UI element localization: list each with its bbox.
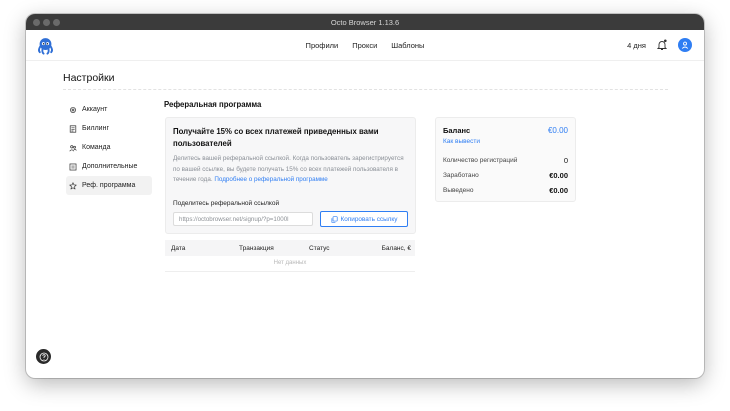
column-header-status[interactable]: Статус bbox=[309, 245, 330, 252]
zoom-window-button[interactable] bbox=[53, 18, 60, 26]
nav-templates[interactable]: Шаблоны bbox=[391, 41, 424, 50]
sidebar-item-label: Команда bbox=[82, 144, 111, 151]
user-avatar[interactable] bbox=[678, 38, 692, 52]
sidebar-item-label: Аккаунт bbox=[82, 106, 108, 113]
sidebar-item-team[interactable]: Команда bbox=[66, 138, 152, 157]
gear-icon bbox=[70, 106, 76, 113]
section-title: Реферальная программа bbox=[164, 100, 262, 109]
user-icon bbox=[681, 41, 689, 49]
copy-link-button[interactable]: Копировать ссылку bbox=[320, 211, 408, 227]
copy-link-label: Копировать ссылку bbox=[340, 215, 398, 223]
referral-more-link[interactable]: Подробнее о реферальной программе bbox=[214, 176, 327, 183]
app-window: Octo Browser 1.13.6 Профили Прокси Шабло… bbox=[26, 14, 704, 378]
balance-amount: €0.00 bbox=[547, 126, 568, 135]
title-divider bbox=[63, 89, 668, 90]
referral-link-field[interactable]: https://octobrowser.net/signup/?p=1000l bbox=[173, 212, 313, 226]
page-title: Настройки bbox=[63, 72, 115, 84]
sidebar-item-label: Реф. программа bbox=[82, 182, 136, 189]
withdrawn-label: Выведено bbox=[443, 187, 474, 194]
balance-card: Баланс €0.00 Как вывести Количество реги… bbox=[435, 117, 576, 202]
transactions-table: Дата Транзакция Статус Баланс, € Нет дан… bbox=[165, 240, 415, 272]
sidebar-item-advanced[interactable]: Дополнительные bbox=[66, 157, 152, 176]
bell-icon[interactable] bbox=[657, 39, 667, 51]
close-window-button[interactable] bbox=[33, 18, 40, 26]
table-header: Дата Транзакция Статус Баланс, € bbox=[165, 240, 415, 256]
title-bar: Octo Browser 1.13.6 bbox=[26, 14, 704, 30]
column-header-balance[interactable]: Баланс, € bbox=[382, 245, 411, 252]
registrations-value: 0 bbox=[563, 156, 568, 165]
referral-card: Получайте 15% со всех платежей приведенн… bbox=[165, 117, 416, 234]
help-button[interactable] bbox=[36, 349, 51, 364]
copy-icon bbox=[331, 215, 338, 223]
billing-icon bbox=[69, 124, 77, 133]
sidebar-item-label: Биллинг bbox=[82, 125, 110, 132]
nav-proxies[interactable]: Прокси bbox=[352, 41, 377, 50]
window-title: Octo Browser 1.13.6 bbox=[330, 17, 400, 27]
sidebar-item-account[interactable]: Аккаунт bbox=[66, 100, 152, 119]
earned-value: €0.00 bbox=[549, 171, 568, 180]
withdraw-link[interactable]: Как вывести bbox=[443, 138, 480, 145]
sidebar-item-label: Дополнительные bbox=[82, 163, 138, 170]
minimize-window-button[interactable] bbox=[43, 18, 50, 26]
star-icon bbox=[69, 181, 77, 189]
withdrawn-value: €0.00 bbox=[549, 186, 568, 195]
registrations-label: Количество регистраций bbox=[443, 157, 518, 164]
column-header-date[interactable]: Дата bbox=[171, 245, 185, 252]
question-icon bbox=[39, 352, 48, 361]
subscription-days[interactable]: 4 дня bbox=[627, 41, 646, 50]
share-link-label: Поделитесь реферальной ссылкой bbox=[173, 200, 280, 207]
column-header-transaction[interactable]: Транзакция bbox=[239, 245, 274, 252]
table-empty-state: Нет данных bbox=[165, 256, 415, 272]
sidebar-item-billing[interactable]: Биллинг bbox=[66, 119, 152, 138]
top-navigation: Профили Прокси Шаблоны 4 дня bbox=[26, 30, 704, 61]
sliders-icon bbox=[69, 163, 77, 170]
earned-label: Заработано bbox=[443, 172, 479, 179]
settings-sidebar: Аккаунт Биллинг Команда Дополнительные Р… bbox=[66, 100, 152, 195]
referral-heading: Получайте 15% со всех платежей приведенн… bbox=[173, 127, 379, 148]
team-icon bbox=[69, 144, 77, 151]
referral-description: Делитесь вашей реферальной ссылкой. Когд… bbox=[173, 154, 408, 186]
sidebar-item-referral[interactable]: Реф. программа bbox=[66, 176, 152, 195]
nav-profiles[interactable]: Профили bbox=[306, 41, 339, 50]
balance-title: Баланс bbox=[443, 126, 471, 135]
